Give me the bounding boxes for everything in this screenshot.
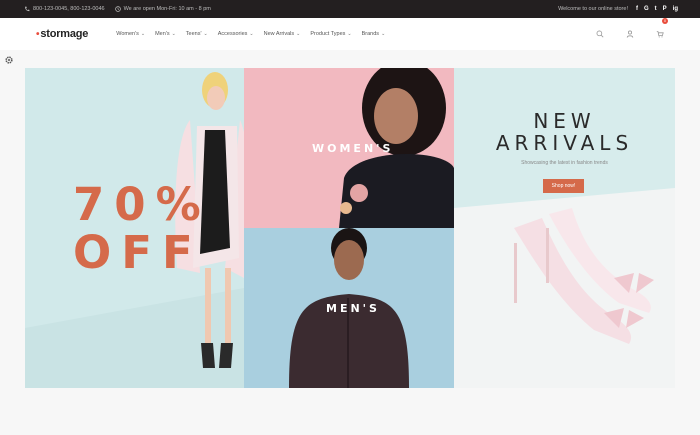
womens-label: WOMEN'S xyxy=(312,142,394,155)
chevron-down-icon: ⌄ xyxy=(347,31,352,37)
hours-info: We are open Mon-Fri: 10 am - 8 pm xyxy=(114,6,211,12)
arrivals-line-new: NEW xyxy=(533,109,596,133)
nav-item-womens[interactable]: Women's ⌄ xyxy=(116,31,145,37)
nav-item-new-arrivals[interactable]: New Arrivals ⌄ xyxy=(264,31,301,37)
cart-icon xyxy=(656,31,664,38)
cart-button[interactable]: 0 xyxy=(656,18,668,43)
nav-item-label: Teens' xyxy=(185,31,202,37)
nav-menu: Women's ⌄ Men's ⌄ Teens' ⌄ Accessories ⌄ New… xyxy=(116,31,385,37)
arrivals-line-arrivals: ARRIVALS xyxy=(495,131,634,155)
nav-item-label: Women's xyxy=(116,31,139,37)
chevron-down-icon: ⌄ xyxy=(140,31,146,37)
mens-label: MEN'S xyxy=(326,302,380,315)
phone-text: 800-123-0045, 800-123-0046 xyxy=(33,6,105,12)
welcome-text: Welcome to our online store! xyxy=(558,6,628,12)
arrivals-subtitle: Showcasing the latest in fashion trends xyxy=(521,160,608,166)
nav-item-brands[interactable]: Brands ⌄ xyxy=(362,31,386,37)
chevron-down-icon: ⌄ xyxy=(171,31,176,37)
sale-headline: 70% OFF xyxy=(73,181,211,277)
user-icon[interactable] xyxy=(626,30,634,38)
logo[interactable]: • stormage xyxy=(36,28,88,40)
sale-panel[interactable]: 70% OFF xyxy=(25,68,244,388)
new-arrivals-title: NEW ARRIVALS xyxy=(454,110,675,154)
mens-category-panel[interactable]: MEN'S xyxy=(244,228,454,388)
nav-item-label: Product Types xyxy=(310,31,346,37)
phone-info: 800-123-0045, 800-123-0046 xyxy=(24,6,105,12)
new-arrivals-panel[interactable]: NEW ARRIVALS Showcasing the latest in fa… xyxy=(454,68,675,388)
womens-category-panel[interactable]: WOMEN'S xyxy=(244,68,454,228)
google-icon[interactable]: G xyxy=(644,6,649,12)
nav-item-label: New Arrivals xyxy=(263,31,295,37)
main-nav: • stormage Women's ⌄ Men's ⌄ Teens' ⌄ Access… xyxy=(0,18,700,50)
nav-item-label: Men's xyxy=(155,31,170,37)
chevron-down-icon: ⌄ xyxy=(203,31,208,37)
hours-text: We are open Mon-Fri: 10 am - 8 pm xyxy=(123,6,211,12)
search-icon[interactable] xyxy=(596,30,604,38)
instagram-icon[interactable]: ig xyxy=(673,6,678,12)
sale-off: OFF xyxy=(73,226,203,279)
pinterest-icon[interactable]: P xyxy=(663,6,667,12)
nav-item-accessories[interactable]: Accessories ⌄ xyxy=(218,31,254,37)
chevron-down-icon: ⌄ xyxy=(381,31,386,37)
chevron-down-icon: ⌄ xyxy=(249,31,254,37)
social-links: f G t P ig xyxy=(636,6,678,12)
nav-item-label: Accessories xyxy=(217,31,248,37)
chevron-down-icon: ⌄ xyxy=(296,31,301,37)
clock-icon xyxy=(114,6,121,12)
hero-banner: 70% OFF WOMEN'S MEN'S NEW ARRIVALS Showc… xyxy=(25,68,675,388)
nav-item-product-types[interactable]: Product Types ⌄ xyxy=(310,31,351,37)
shop-now-button[interactable]: Shop now! xyxy=(543,179,584,193)
cart-count-badge: 0 xyxy=(662,18,668,24)
phone-icon xyxy=(25,6,30,12)
top-bar: 800-123-0045, 800-123-0046 We are open M… xyxy=(0,0,700,18)
nav-item-mens[interactable]: Men's ⌄ xyxy=(155,31,176,37)
sale-percent: 70% xyxy=(73,178,211,231)
nav-item-label: Brands xyxy=(361,31,380,37)
gear-icon[interactable] xyxy=(4,55,14,65)
logo-text: stormage xyxy=(40,28,89,40)
facebook-icon[interactable]: f xyxy=(636,6,638,12)
nav-item-teens[interactable]: Teens' ⌄ xyxy=(186,31,208,37)
twitter-icon[interactable]: t xyxy=(655,6,657,12)
